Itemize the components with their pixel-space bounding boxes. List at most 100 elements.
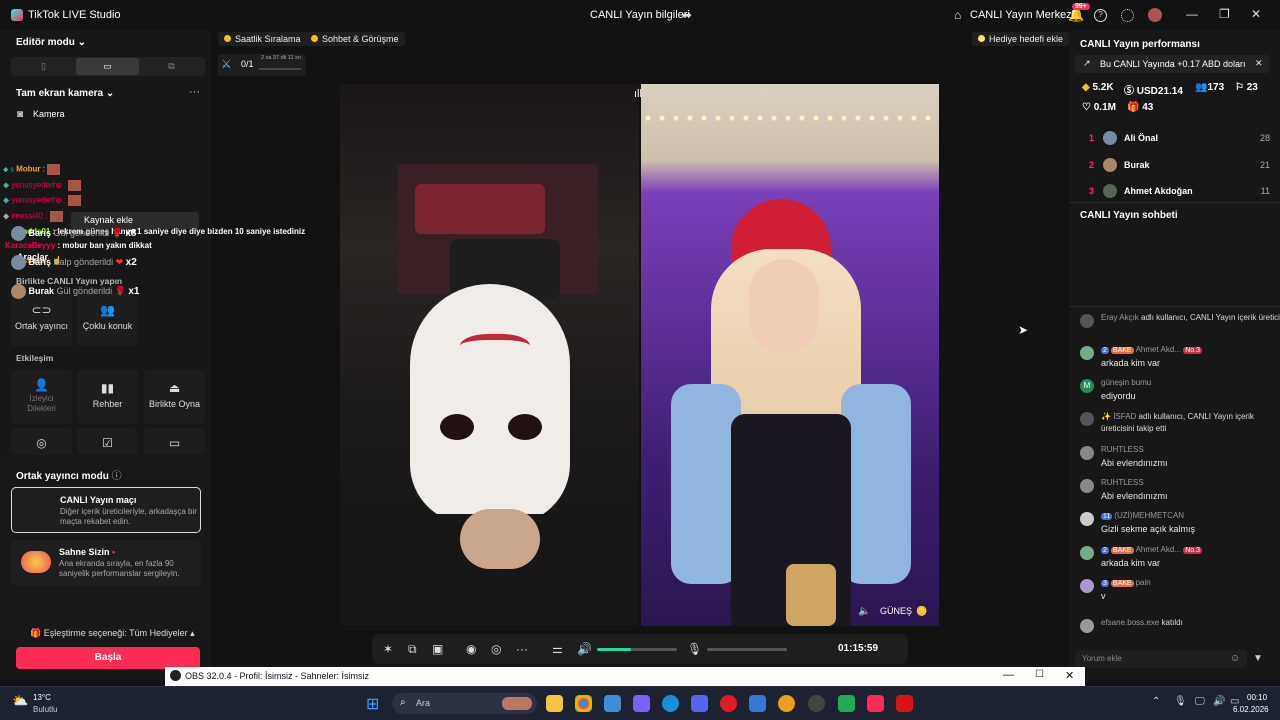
sliders-icon[interactable]: ⚌ (552, 642, 563, 656)
scene-label[interactable]: Tam ekran kamera ⌄ (16, 88, 114, 99)
more-icon[interactable]: ··· (516, 642, 528, 656)
help-icon[interactable]: ? (1094, 9, 1107, 22)
edge-icon[interactable] (662, 695, 679, 712)
clock-date[interactable]: 6.02.2026 (1233, 705, 1269, 714)
followers-stat: ⚐ 23 (1235, 82, 1258, 93)
avatar[interactable] (1148, 8, 1162, 22)
live-info-title[interactable]: CANLI Yayın bilgileri (590, 9, 690, 21)
speaker-icon[interactable]: 🔈 (858, 606, 870, 617)
layout-icon[interactable]: ▣ (432, 642, 443, 656)
gift-event: Barış Gül gönderildi 🌹 x8 (11, 226, 136, 241)
goal-progress-widget[interactable]: ⚔ 0/1 2 sa 37 dk 11 sn (218, 54, 306, 76)
opera-icon[interactable] (720, 695, 737, 712)
user-icon: 👤 (34, 378, 49, 392)
minimize-icon[interactable]: — (1186, 7, 1198, 21)
maximize-icon[interactable]: ❐ (1219, 7, 1230, 21)
chevron-up-icon[interactable]: ⌃ (1152, 696, 1160, 707)
file-explorer-icon[interactable] (546, 695, 563, 712)
obs-icon (170, 670, 181, 681)
obs-taskbar-icon[interactable] (808, 695, 825, 712)
clock-time[interactable]: 00:10 (1247, 693, 1267, 702)
youtube-icon[interactable] (896, 695, 913, 712)
landscape-icon[interactable]: ▭ (76, 58, 139, 75)
rotate-icon[interactable]: ⧉ (140, 58, 203, 75)
mic-slider[interactable] (707, 648, 787, 651)
guide-tile[interactable]: ▮▮ Rehber (77, 370, 138, 424)
network-icon[interactable]: 🖵 (1195, 696, 1205, 707)
coin-icon: 🪙 (916, 606, 928, 616)
gear-icon[interactable] (1121, 9, 1134, 22)
magic-icon[interactable]: ✶ (383, 642, 393, 656)
close-icon[interactable]: ✕ (1065, 669, 1074, 682)
volume-icon[interactable]: 🔊 (577, 642, 592, 656)
gift-event: Barış Kalp gönderildi ❤ x2 (11, 255, 137, 270)
mouse-cursor-icon: ➤ (1018, 323, 1029, 337)
viewer-wishes-tile[interactable]: 👤 İzleyici Dilekleri (11, 370, 72, 424)
chat-call-chip[interactable]: Sohbet & Görüşme (305, 32, 405, 46)
tool-tile[interactable]: ▭ (144, 428, 205, 455)
more-icon[interactable]: ··· (189, 86, 200, 98)
volume-slider[interactable] (597, 648, 677, 651)
minimize-icon[interactable]: — (1003, 669, 1014, 681)
earning-banner[interactable]: ↗ Bu CANLI Yayında +0.17 ABD doları ✕ (1075, 55, 1269, 73)
maximize-icon[interactable]: ☐ (1035, 669, 1044, 680)
gift-goal-chip[interactable]: Hediye hedefi ekle (972, 32, 1070, 46)
face (749, 259, 819, 354)
tiktok-studio-icon[interactable] (867, 695, 884, 712)
stage-card[interactable]: Sahne Sizin • Ana ekranda sırayla, en fa… (11, 540, 201, 586)
fairy-lights (641, 114, 939, 122)
chrome-icon[interactable] (575, 695, 592, 712)
discord-icon[interactable] (691, 695, 708, 712)
tool-tile[interactable]: ◎ (11, 428, 72, 455)
chat-input[interactable]: Yorum ekle (1075, 650, 1247, 668)
camera-source[interactable]: Kamera (33, 109, 65, 119)
divider (1069, 202, 1280, 203)
goal-progress: 0/1 (241, 59, 254, 69)
mic-icon[interactable]: 🎙 (1174, 696, 1187, 707)
close-icon[interactable]: ✕ (1255, 58, 1263, 69)
taskbar-search[interactable]: ⌕ Ara (392, 693, 537, 714)
volume-icon[interactable]: 🔊 (1213, 696, 1225, 707)
share-icon[interactable]: ➦ (682, 8, 692, 22)
chat-icon (311, 35, 318, 42)
multi-guest-tile[interactable]: 👥 Çoklu konuk (77, 292, 138, 346)
start-button[interactable]: Başla (16, 647, 200, 669)
filter-icon[interactable]: ▼ (1253, 653, 1263, 664)
mail-icon[interactable] (749, 695, 766, 712)
tool-tile[interactable]: ☑ (77, 428, 138, 455)
emoji-icon[interactable]: ☺ (1230, 653, 1240, 664)
store-icon[interactable] (604, 695, 621, 712)
windows-start-icon[interactable]: ⊞ (366, 694, 379, 714)
hourly-ranking-chip[interactable]: Saatlik Sıralama (218, 32, 307, 46)
home-icon[interactable]: ⌂ (954, 8, 961, 22)
match-option[interactable]: 🎁 Eşleştirme seçeneği: Tüm Hediyeler ▴ (30, 628, 195, 639)
usd-stat: Ⓢ USD21.14 (1124, 86, 1183, 97)
browser-icon[interactable] (778, 695, 795, 712)
chat-title: CANLI Yayın sohbeti (1080, 210, 1178, 221)
hand (460, 509, 540, 569)
target-icon[interactable]: ◎ (491, 642, 501, 656)
overlay-chat-line: ◆ yunusyederhp : (3, 180, 82, 191)
app-icon[interactable] (838, 695, 855, 712)
live-timer: 01:15:59 (838, 643, 879, 654)
mask-eye (508, 414, 542, 440)
avatar (1103, 184, 1117, 198)
play-together-tile[interactable]: ⏏ Birlikte Oyna (144, 370, 205, 424)
orientation-toggle[interactable]: ▯ ▭ ⧉ (11, 57, 205, 76)
portrait-icon[interactable]: ▯ (12, 58, 75, 75)
mic-icon[interactable]: 🎙 (687, 642, 702, 656)
cohost-tile[interactable]: ⊂⊃ Ortak yayıncı (11, 292, 72, 346)
obs-window-bar[interactable]: OBS 32.0.4 - Profil: İsimsiz - Sahneler:… (165, 667, 1085, 686)
taskbar: ⛅ 13°C Bulutlu ⊞ ⌕ Ara ⌃ 🎙 🖵 🔊 ▭ 00:10 6… (0, 686, 1280, 720)
temperature[interactable]: 13°C (33, 693, 51, 702)
live-center-link[interactable]: CANLI Yayın Merkezi (970, 9, 1074, 21)
match-avatar (22, 499, 52, 521)
teams-icon[interactable] (633, 695, 650, 712)
weather-label[interactable]: Bulutlu (33, 705, 57, 714)
bulb-icon (978, 35, 985, 42)
mode-label[interactable]: Editör modu ⌄ (16, 37, 86, 48)
live-match-card[interactable]: CANLI Yayın maçı Diğer içerik üreticiler… (11, 487, 201, 533)
effects-icon[interactable]: ⧉ (408, 642, 417, 657)
record-icon[interactable]: ◉ (466, 642, 476, 656)
close-icon[interactable]: ✕ (1251, 7, 1261, 21)
